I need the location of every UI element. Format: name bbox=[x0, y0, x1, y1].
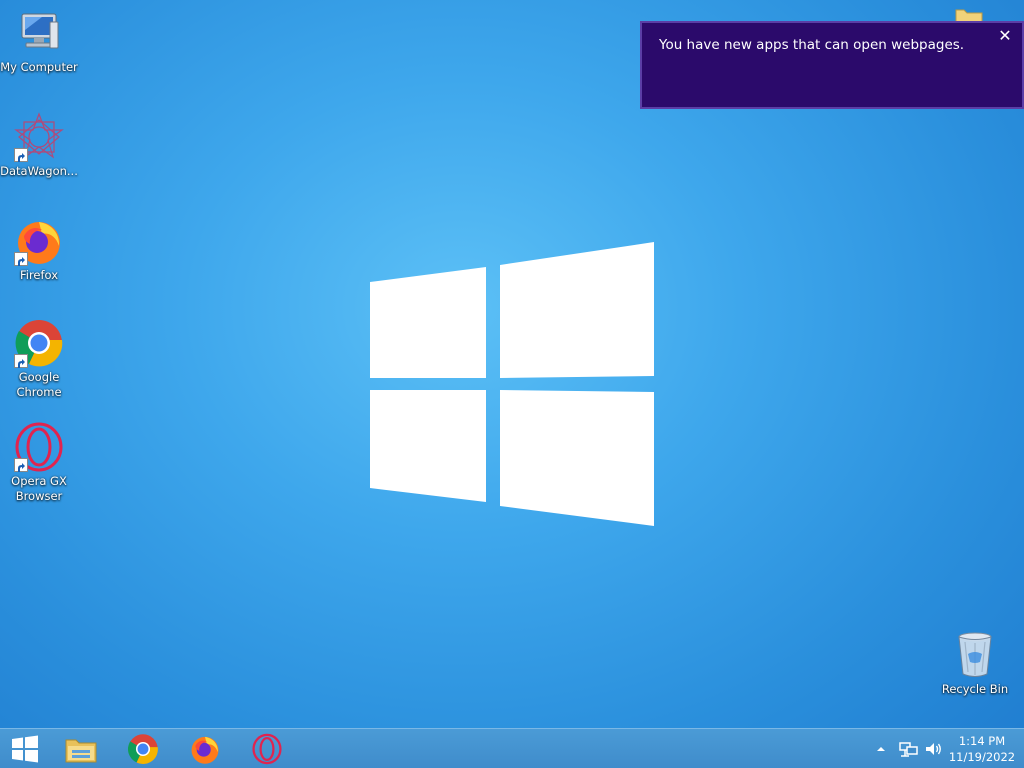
desktop-icon-label: Firefox bbox=[19, 268, 59, 282]
windows-logo-wallpaper bbox=[370, 242, 654, 526]
opera-gx-icon bbox=[14, 422, 64, 472]
taskbar-firefox[interactable] bbox=[180, 731, 230, 767]
shortcut-arrow-icon bbox=[14, 148, 28, 162]
close-icon[interactable]: ✕ bbox=[996, 27, 1014, 45]
shortcut-arrow-icon bbox=[14, 458, 28, 472]
volume-icon[interactable] bbox=[924, 740, 944, 758]
desktop[interactable]: My Computer DataWagon... Firefox Google … bbox=[0, 0, 1024, 728]
desktop-icon-recycle-bin[interactable]: Recycle Bin bbox=[936, 630, 1014, 697]
desktop-icon-label: Opera GX Browser bbox=[11, 474, 67, 503]
folder-icon[interactable] bbox=[954, 6, 984, 22]
desktop-icon-label: Recycle Bin bbox=[941, 682, 1009, 696]
show-hidden-icons-chevron-up-icon[interactable] bbox=[872, 740, 890, 758]
desktop-icon-firefox[interactable]: Firefox bbox=[0, 216, 78, 283]
chrome-icon bbox=[128, 734, 158, 764]
windows-start-icon bbox=[12, 735, 38, 763]
desktop-icon-my-computer[interactable]: My Computer bbox=[0, 8, 78, 75]
taskbar-clock[interactable]: 1:14 PM 11/19/2022 bbox=[944, 733, 1020, 765]
recycle-bin-icon bbox=[950, 630, 1000, 680]
taskbar: 1:14 PM 11/19/2022 bbox=[0, 728, 1024, 768]
desktop-icon-label: Google Chrome bbox=[16, 370, 62, 399]
firefox-icon bbox=[14, 216, 64, 266]
start-button[interactable] bbox=[0, 731, 50, 767]
clock-time: 1:14 PM bbox=[958, 734, 1006, 748]
chrome-icon bbox=[14, 318, 64, 368]
desktop-icon-google-chrome[interactable]: Google Chrome bbox=[0, 318, 78, 400]
opera-gx-icon bbox=[252, 733, 282, 765]
taskbar-opera-gx[interactable] bbox=[242, 731, 292, 767]
file-explorer-icon bbox=[65, 739, 97, 763]
shortcut-arrow-icon bbox=[14, 354, 28, 368]
desktop-icon-opera-gx[interactable]: Opera GX Browser bbox=[0, 422, 78, 504]
network-icon[interactable] bbox=[898, 740, 920, 758]
clock-date: 11/19/2022 bbox=[948, 750, 1016, 764]
desktop-icon-datawagon[interactable]: DataWagon... bbox=[0, 112, 78, 179]
desktop-icon-label: My Computer bbox=[0, 60, 78, 74]
my-computer-icon bbox=[14, 8, 64, 58]
taskbar-file-explorer[interactable] bbox=[56, 731, 106, 767]
taskbar-google-chrome[interactable] bbox=[118, 731, 168, 767]
system-tray bbox=[872, 729, 944, 768]
desktop-icon-label: DataWagon... bbox=[0, 164, 78, 178]
toast-message: You have new apps that can open webpages… bbox=[659, 37, 965, 53]
datawagon-icon bbox=[14, 112, 64, 162]
firefox-icon bbox=[191, 736, 219, 764]
toast-notification[interactable]: You have new apps that can open webpages… bbox=[640, 21, 1024, 109]
shortcut-arrow-icon bbox=[14, 252, 28, 266]
